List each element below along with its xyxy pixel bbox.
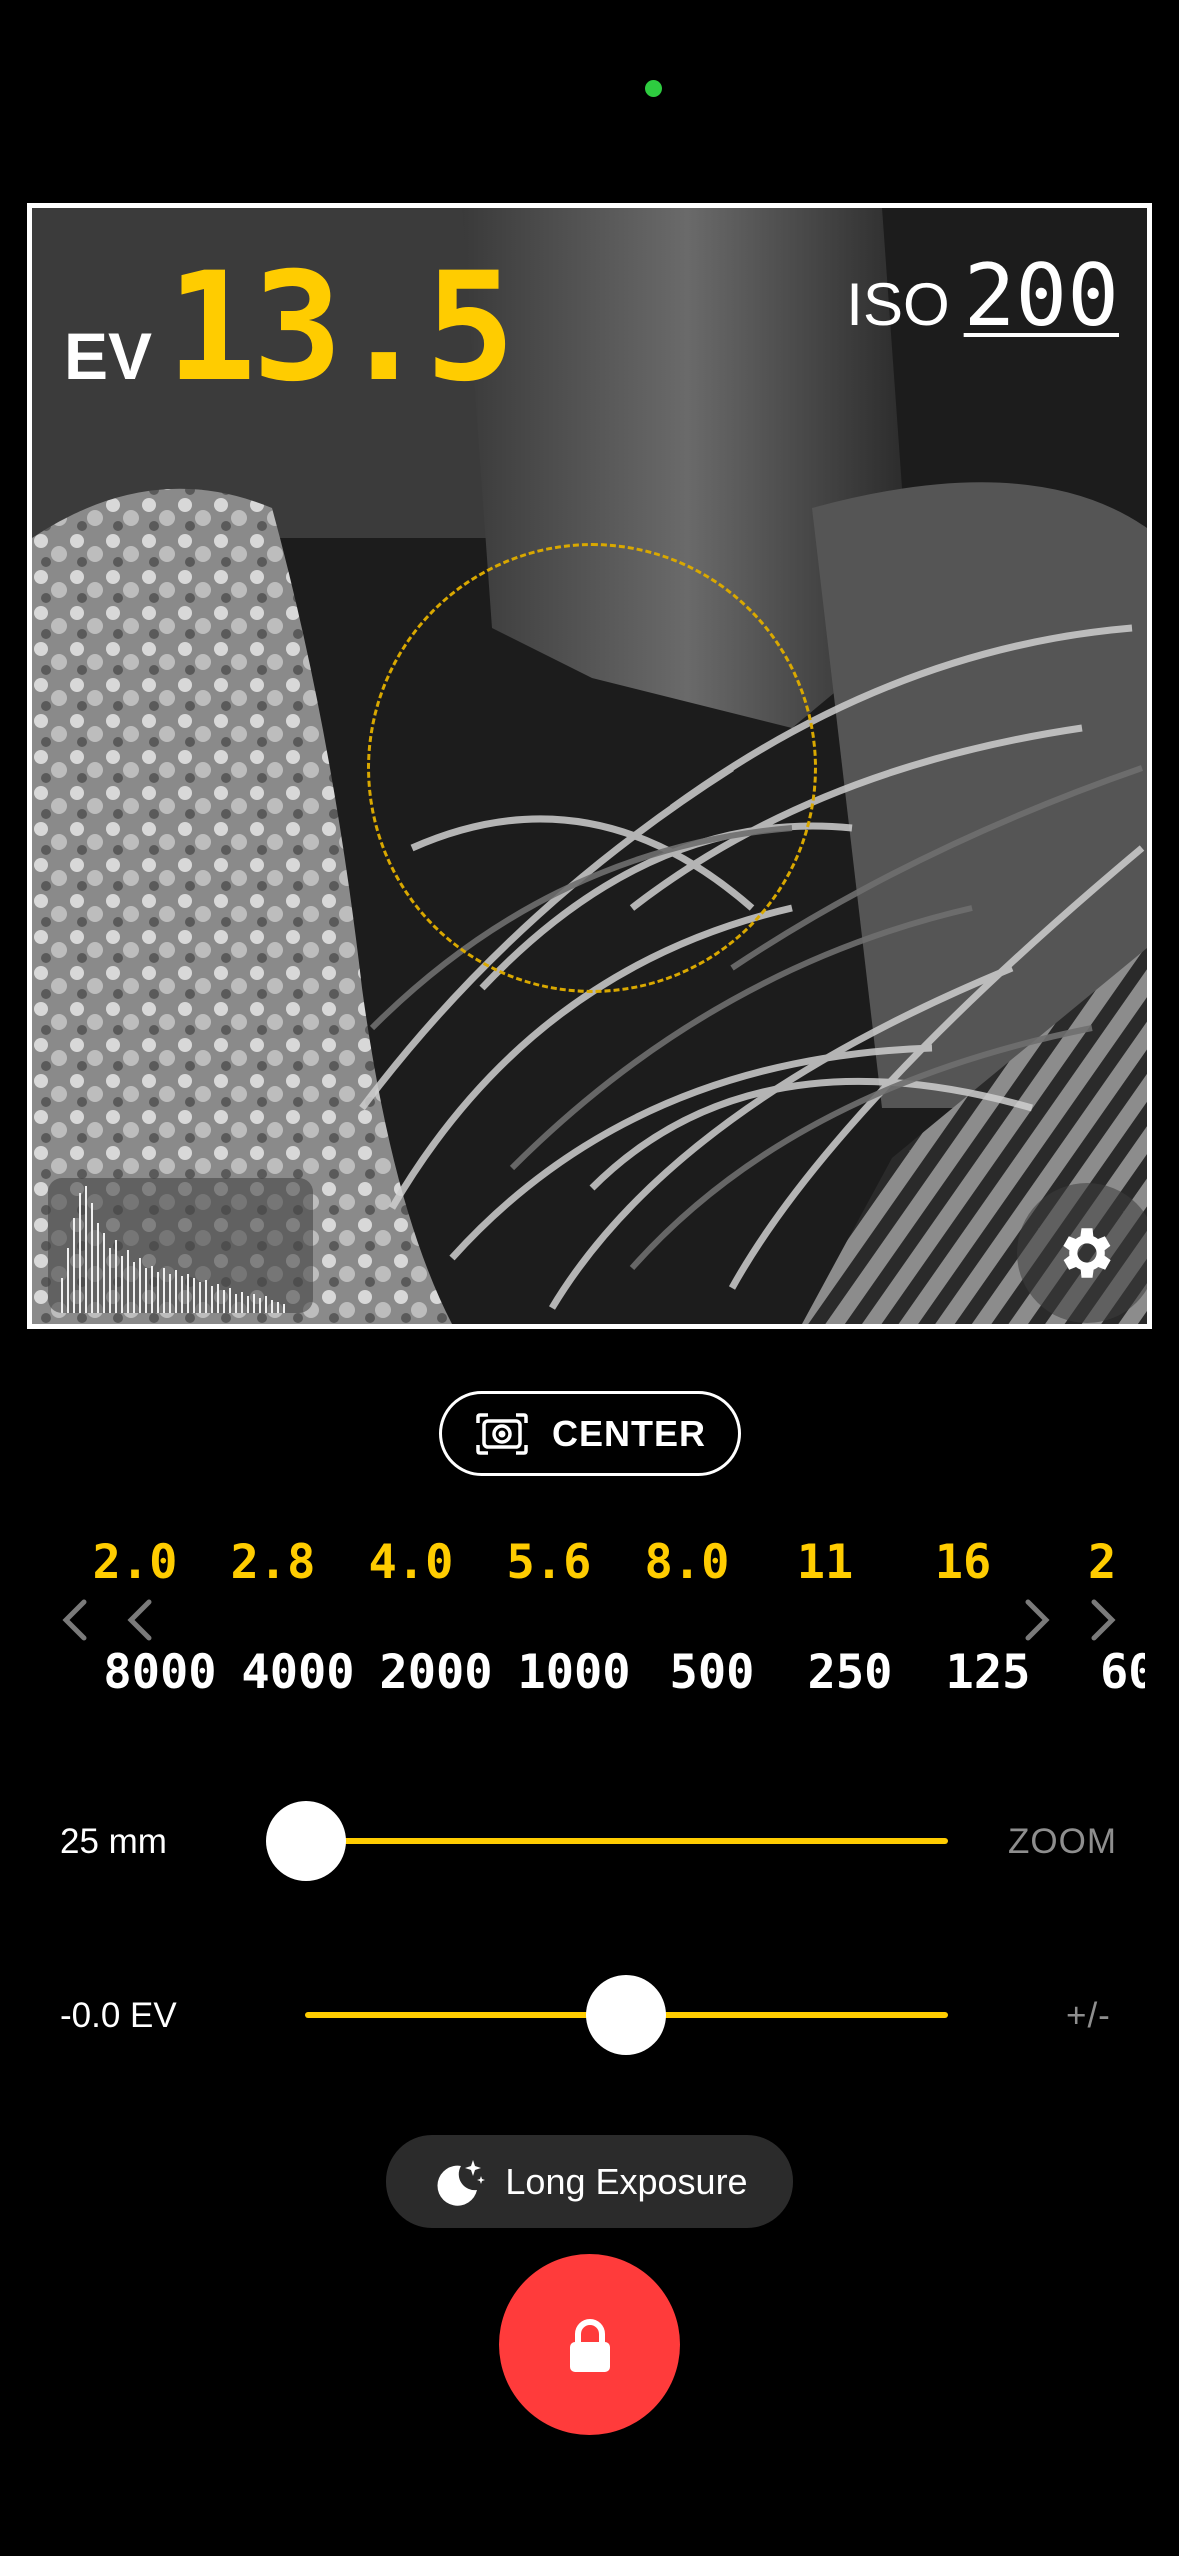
shutter-value[interactable]: 125 — [918, 1645, 1058, 1700]
chevron-right-icon[interactable] — [1088, 1598, 1118, 1642]
aperture-value[interactable]: 2.8 — [203, 1535, 343, 1590]
shutter-speed-scale[interactable]: 8000 4000 2000 1000 500 250 125 60 — [30, 1645, 1145, 1705]
ev-label: EV — [64, 319, 153, 393]
shutter-value[interactable]: 2000 — [366, 1645, 506, 1700]
metering-mode-button[interactable]: CENTER — [439, 1391, 741, 1476]
gear-icon — [1063, 1228, 1111, 1278]
metering-mode-label: CENTER — [551, 1412, 706, 1454]
settings-button[interactable] — [1017, 1183, 1147, 1323]
histogram — [48, 1178, 313, 1313]
zoom-slider-track[interactable] — [305, 1838, 948, 1844]
iso-label: ISO — [846, 271, 950, 338]
zoom-tag: ZOOM — [1008, 1822, 1117, 1861]
aperture-value[interactable]: 16 — [893, 1535, 1033, 1590]
zoom-value-label: 25 mm — [60, 1822, 167, 1861]
ev-readout: EV 13.5 — [64, 241, 515, 415]
camera-in-use-indicator — [645, 80, 662, 97]
shutter-value[interactable]: 1000 — [504, 1645, 644, 1700]
chevron-left-icon[interactable] — [60, 1598, 90, 1642]
zoom-slider-thumb[interactable] — [266, 1801, 346, 1881]
shutter-value[interactable]: 8000 — [90, 1645, 230, 1700]
shutter-value[interactable]: 60 — [1100, 1645, 1145, 1700]
aperture-value[interactable]: 2 — [1088, 1535, 1145, 1590]
aperture-value[interactable]: 2.0 — [65, 1535, 205, 1590]
ev-value: 13.5 — [166, 241, 515, 415]
moon-stars-icon — [437, 2159, 486, 2206]
shutter-value[interactable]: 500 — [642, 1645, 782, 1700]
shutter-value[interactable]: 4000 — [228, 1645, 368, 1700]
aperture-value[interactable]: .4 — [30, 1535, 70, 1590]
long-exposure-button[interactable]: Long Exposure — [386, 2135, 793, 2228]
light-meter-screen: EV 13.5 ISO 200 CENTER 2.0 2.8 4.0 5.6 8… — [0, 0, 1179, 2556]
aperture-scale[interactable]: .4 2.0 2.8 4.0 5.6 8.0 11 16 2 — [30, 1535, 1145, 1595]
iso-value[interactable]: 200 — [964, 253, 1119, 339]
lock-icon — [569, 2318, 610, 2372]
spot-metering-icon — [476, 1412, 528, 1455]
chevron-right-icon[interactable] — [1022, 1598, 1052, 1642]
viewfinder[interactable]: EV 13.5 ISO 200 — [27, 203, 1152, 1329]
exposure-compensation-tag: +/- — [1066, 1996, 1111, 2035]
long-exposure-label: Long Exposure — [505, 2160, 748, 2202]
aperture-value[interactable]: 11 — [755, 1535, 895, 1590]
histogram-graph — [61, 1186, 285, 1313]
exposure-compensation-thumb[interactable] — [586, 1975, 666, 2055]
aperture-value[interactable]: 4.0 — [341, 1535, 481, 1590]
aperture-value[interactable]: 8.0 — [617, 1535, 757, 1590]
chevron-left-icon[interactable] — [125, 1598, 155, 1642]
metering-area-circle[interactable] — [367, 543, 817, 993]
iso-readout[interactable]: ISO 200 — [846, 253, 1119, 339]
lock-reading-button[interactable] — [499, 2254, 680, 2435]
exposure-compensation-label: -0.0 EV — [60, 1996, 177, 2035]
aperture-value[interactable]: 5.6 — [479, 1535, 619, 1590]
shutter-value[interactable]: 250 — [780, 1645, 920, 1700]
